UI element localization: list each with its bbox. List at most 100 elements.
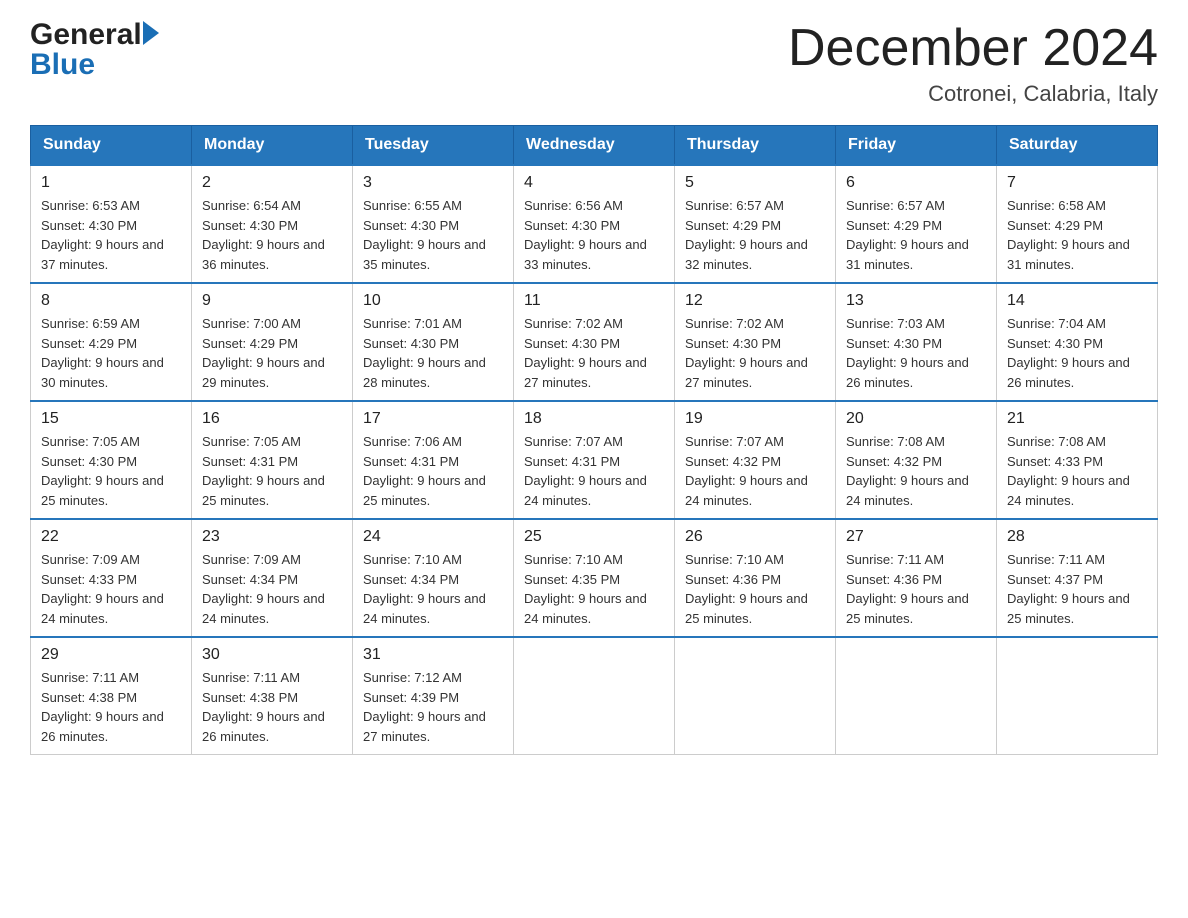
day-detail: Sunrise: 6:57 AM Sunset: 4:29 PM Dayligh… [846, 196, 986, 274]
calendar-table: Sunday Monday Tuesday Wednesday Thursday… [30, 125, 1158, 755]
day-detail: Sunrise: 6:56 AM Sunset: 4:30 PM Dayligh… [524, 196, 664, 274]
day-number: 7 [1007, 174, 1147, 192]
calendar-cell: 15 Sunrise: 7:05 AM Sunset: 4:30 PM Dayl… [31, 401, 192, 519]
day-detail: Sunrise: 7:02 AM Sunset: 4:30 PM Dayligh… [685, 314, 825, 392]
day-number: 24 [363, 528, 503, 546]
day-detail: Sunrise: 7:08 AM Sunset: 4:33 PM Dayligh… [1007, 432, 1147, 510]
page-header: General Blue December 2024 Cotronei, Cal… [30, 20, 1158, 107]
day-number: 31 [363, 646, 503, 664]
day-number: 28 [1007, 528, 1147, 546]
day-number: 29 [41, 646, 181, 664]
calendar-cell: 13 Sunrise: 7:03 AM Sunset: 4:30 PM Dayl… [836, 283, 997, 401]
calendar-cell: 2 Sunrise: 6:54 AM Sunset: 4:30 PM Dayli… [192, 165, 353, 283]
day-detail: Sunrise: 7:10 AM Sunset: 4:36 PM Dayligh… [685, 550, 825, 628]
calendar-body: 1 Sunrise: 6:53 AM Sunset: 4:30 PM Dayli… [31, 165, 1158, 755]
col-saturday: Saturday [997, 126, 1158, 166]
day-detail: Sunrise: 7:07 AM Sunset: 4:32 PM Dayligh… [685, 432, 825, 510]
calendar-cell: 1 Sunrise: 6:53 AM Sunset: 4:30 PM Dayli… [31, 165, 192, 283]
calendar-cell: 4 Sunrise: 6:56 AM Sunset: 4:30 PM Dayli… [514, 165, 675, 283]
day-detail: Sunrise: 6:54 AM Sunset: 4:30 PM Dayligh… [202, 196, 342, 274]
day-number: 19 [685, 410, 825, 428]
calendar-cell: 24 Sunrise: 7:10 AM Sunset: 4:34 PM Dayl… [353, 519, 514, 637]
day-number: 1 [41, 174, 181, 192]
day-detail: Sunrise: 7:05 AM Sunset: 4:31 PM Dayligh… [202, 432, 342, 510]
day-detail: Sunrise: 6:53 AM Sunset: 4:30 PM Dayligh… [41, 196, 181, 274]
header-row: Sunday Monday Tuesday Wednesday Thursday… [31, 126, 1158, 166]
day-detail: Sunrise: 7:04 AM Sunset: 4:30 PM Dayligh… [1007, 314, 1147, 392]
day-number: 13 [846, 292, 986, 310]
day-number: 17 [363, 410, 503, 428]
calendar-title: December 2024 [788, 20, 1158, 77]
calendar-cell: 5 Sunrise: 6:57 AM Sunset: 4:29 PM Dayli… [675, 165, 836, 283]
logo-general-text: General [30, 20, 142, 50]
day-number: 26 [685, 528, 825, 546]
day-number: 18 [524, 410, 664, 428]
day-detail: Sunrise: 6:57 AM Sunset: 4:29 PM Dayligh… [685, 196, 825, 274]
day-detail: Sunrise: 6:59 AM Sunset: 4:29 PM Dayligh… [41, 314, 181, 392]
calendar-cell: 25 Sunrise: 7:10 AM Sunset: 4:35 PM Dayl… [514, 519, 675, 637]
calendar-cell: 11 Sunrise: 7:02 AM Sunset: 4:30 PM Dayl… [514, 283, 675, 401]
calendar-cell: 12 Sunrise: 7:02 AM Sunset: 4:30 PM Dayl… [675, 283, 836, 401]
title-block: December 2024 Cotronei, Calabria, Italy [788, 20, 1158, 107]
day-number: 14 [1007, 292, 1147, 310]
day-detail: Sunrise: 7:07 AM Sunset: 4:31 PM Dayligh… [524, 432, 664, 510]
calendar-cell: 31 Sunrise: 7:12 AM Sunset: 4:39 PM Dayl… [353, 637, 514, 755]
calendar-cell: 10 Sunrise: 7:01 AM Sunset: 4:30 PM Dayl… [353, 283, 514, 401]
logo-blue-text: Blue [30, 48, 159, 82]
day-detail: Sunrise: 6:55 AM Sunset: 4:30 PM Dayligh… [363, 196, 503, 274]
day-number: 10 [363, 292, 503, 310]
calendar-cell: 21 Sunrise: 7:08 AM Sunset: 4:33 PM Dayl… [997, 401, 1158, 519]
calendar-cell: 18 Sunrise: 7:07 AM Sunset: 4:31 PM Dayl… [514, 401, 675, 519]
day-detail: Sunrise: 7:05 AM Sunset: 4:30 PM Dayligh… [41, 432, 181, 510]
calendar-cell: 16 Sunrise: 7:05 AM Sunset: 4:31 PM Dayl… [192, 401, 353, 519]
day-detail: Sunrise: 7:11 AM Sunset: 4:37 PM Dayligh… [1007, 550, 1147, 628]
day-detail: Sunrise: 7:09 AM Sunset: 4:33 PM Dayligh… [41, 550, 181, 628]
calendar-cell: 26 Sunrise: 7:10 AM Sunset: 4:36 PM Dayl… [675, 519, 836, 637]
col-tuesday: Tuesday [353, 126, 514, 166]
day-detail: Sunrise: 7:06 AM Sunset: 4:31 PM Dayligh… [363, 432, 503, 510]
day-detail: Sunrise: 7:10 AM Sunset: 4:35 PM Dayligh… [524, 550, 664, 628]
calendar-cell: 19 Sunrise: 7:07 AM Sunset: 4:32 PM Dayl… [675, 401, 836, 519]
day-detail: Sunrise: 7:11 AM Sunset: 4:38 PM Dayligh… [202, 668, 342, 746]
week-row-1: 1 Sunrise: 6:53 AM Sunset: 4:30 PM Dayli… [31, 165, 1158, 283]
week-row-4: 22 Sunrise: 7:09 AM Sunset: 4:33 PM Dayl… [31, 519, 1158, 637]
day-detail: Sunrise: 7:11 AM Sunset: 4:36 PM Dayligh… [846, 550, 986, 628]
calendar-cell [675, 637, 836, 755]
day-number: 16 [202, 410, 342, 428]
logo: General Blue [30, 20, 159, 82]
calendar-cell: 29 Sunrise: 7:11 AM Sunset: 4:38 PM Dayl… [31, 637, 192, 755]
day-number: 9 [202, 292, 342, 310]
day-detail: Sunrise: 7:11 AM Sunset: 4:38 PM Dayligh… [41, 668, 181, 746]
day-detail: Sunrise: 7:01 AM Sunset: 4:30 PM Dayligh… [363, 314, 503, 392]
week-row-2: 8 Sunrise: 6:59 AM Sunset: 4:29 PM Dayli… [31, 283, 1158, 401]
day-number: 8 [41, 292, 181, 310]
logo-arrow-icon [143, 21, 159, 45]
calendar-cell: 14 Sunrise: 7:04 AM Sunset: 4:30 PM Dayl… [997, 283, 1158, 401]
calendar-cell: 7 Sunrise: 6:58 AM Sunset: 4:29 PM Dayli… [997, 165, 1158, 283]
calendar-cell: 23 Sunrise: 7:09 AM Sunset: 4:34 PM Dayl… [192, 519, 353, 637]
day-number: 2 [202, 174, 342, 192]
day-number: 23 [202, 528, 342, 546]
day-detail: Sunrise: 7:00 AM Sunset: 4:29 PM Dayligh… [202, 314, 342, 392]
day-number: 4 [524, 174, 664, 192]
calendar-cell [514, 637, 675, 755]
col-friday: Friday [836, 126, 997, 166]
calendar-header: Sunday Monday Tuesday Wednesday Thursday… [31, 126, 1158, 166]
day-number: 12 [685, 292, 825, 310]
day-detail: Sunrise: 7:02 AM Sunset: 4:30 PM Dayligh… [524, 314, 664, 392]
calendar-cell: 27 Sunrise: 7:11 AM Sunset: 4:36 PM Dayl… [836, 519, 997, 637]
calendar-cell: 9 Sunrise: 7:00 AM Sunset: 4:29 PM Dayli… [192, 283, 353, 401]
calendar-subtitle: Cotronei, Calabria, Italy [788, 81, 1158, 107]
day-number: 30 [202, 646, 342, 664]
day-number: 3 [363, 174, 503, 192]
calendar-cell: 8 Sunrise: 6:59 AM Sunset: 4:29 PM Dayli… [31, 283, 192, 401]
day-number: 6 [846, 174, 986, 192]
week-row-5: 29 Sunrise: 7:11 AM Sunset: 4:38 PM Dayl… [31, 637, 1158, 755]
calendar-cell: 28 Sunrise: 7:11 AM Sunset: 4:37 PM Dayl… [997, 519, 1158, 637]
day-detail: Sunrise: 6:58 AM Sunset: 4:29 PM Dayligh… [1007, 196, 1147, 274]
col-wednesday: Wednesday [514, 126, 675, 166]
calendar-cell: 30 Sunrise: 7:11 AM Sunset: 4:38 PM Dayl… [192, 637, 353, 755]
day-number: 11 [524, 292, 664, 310]
col-thursday: Thursday [675, 126, 836, 166]
calendar-cell: 20 Sunrise: 7:08 AM Sunset: 4:32 PM Dayl… [836, 401, 997, 519]
